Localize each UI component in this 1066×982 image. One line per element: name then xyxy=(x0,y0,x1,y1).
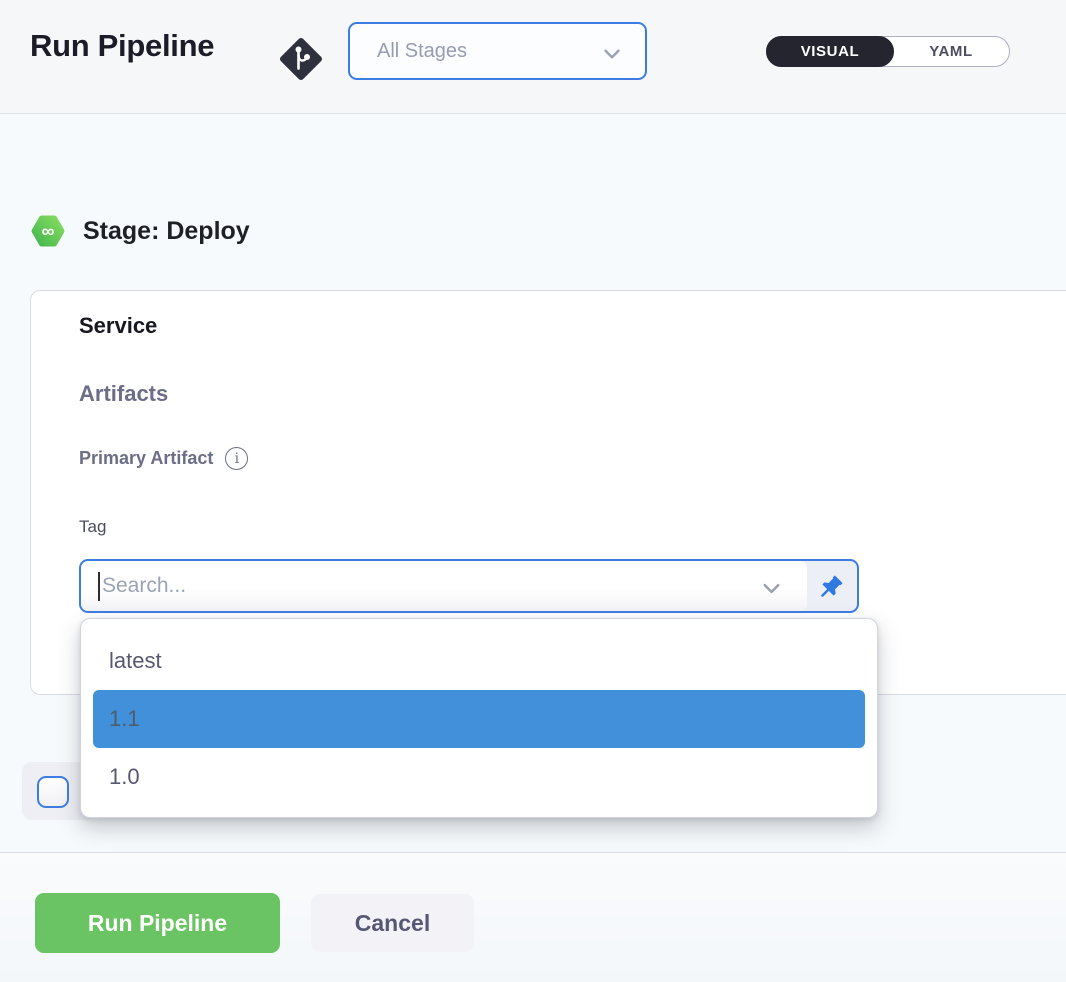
tag-field-label: Tag xyxy=(79,517,106,537)
dropdown-item-1-0[interactable]: 1.0 xyxy=(93,748,865,806)
artifacts-heading: Artifacts xyxy=(79,381,168,407)
text-caret xyxy=(98,572,100,601)
stage-header-row: ∞ Stage: Deploy xyxy=(30,212,250,250)
primary-artifact-label: Primary Artifact xyxy=(79,448,213,469)
stage-filter-select[interactable]: All Stages xyxy=(348,22,647,80)
run-pipeline-dialog: Run Pipeline All Stages VISUAL YAML xyxy=(0,0,1066,982)
tag-combobox xyxy=(79,559,859,613)
info-icon[interactable]: i xyxy=(225,447,248,470)
chevron-down-icon xyxy=(599,41,625,67)
cd-stage-icon: ∞ xyxy=(30,213,66,249)
tag-dropdown-menu: latest 1.1 1.0 xyxy=(80,618,878,818)
checkbox[interactable] xyxy=(37,776,69,808)
tab-visual[interactable]: VISUAL xyxy=(766,36,894,67)
pin-icon xyxy=(819,573,845,599)
primary-artifact-row: Primary Artifact i xyxy=(79,447,248,470)
tag-search-input[interactable] xyxy=(81,561,807,611)
service-heading: Service xyxy=(79,313,157,339)
view-mode-toggle: VISUAL YAML xyxy=(766,36,1010,67)
page-title: Run Pipeline xyxy=(30,28,214,64)
pin-button[interactable] xyxy=(807,561,857,611)
dropdown-item-latest[interactable]: latest xyxy=(93,632,865,690)
dropdown-item-1-1[interactable]: 1.1 xyxy=(93,690,865,748)
tab-yaml[interactable]: YAML xyxy=(893,37,1009,66)
chevron-down-icon[interactable] xyxy=(758,575,785,602)
git-icon xyxy=(277,35,325,83)
stage-label: Stage: Deploy xyxy=(83,217,250,246)
tag-input-area xyxy=(81,561,807,611)
infinity-glyph: ∞ xyxy=(42,221,55,241)
dialog-header: Run Pipeline All Stages VISUAL YAML xyxy=(0,0,1066,114)
run-pipeline-button[interactable]: Run Pipeline xyxy=(35,893,280,953)
dialog-footer: Run Pipeline Cancel xyxy=(0,853,1066,982)
cancel-button[interactable]: Cancel xyxy=(311,894,474,952)
stage-filter-value: All Stages xyxy=(377,40,467,63)
